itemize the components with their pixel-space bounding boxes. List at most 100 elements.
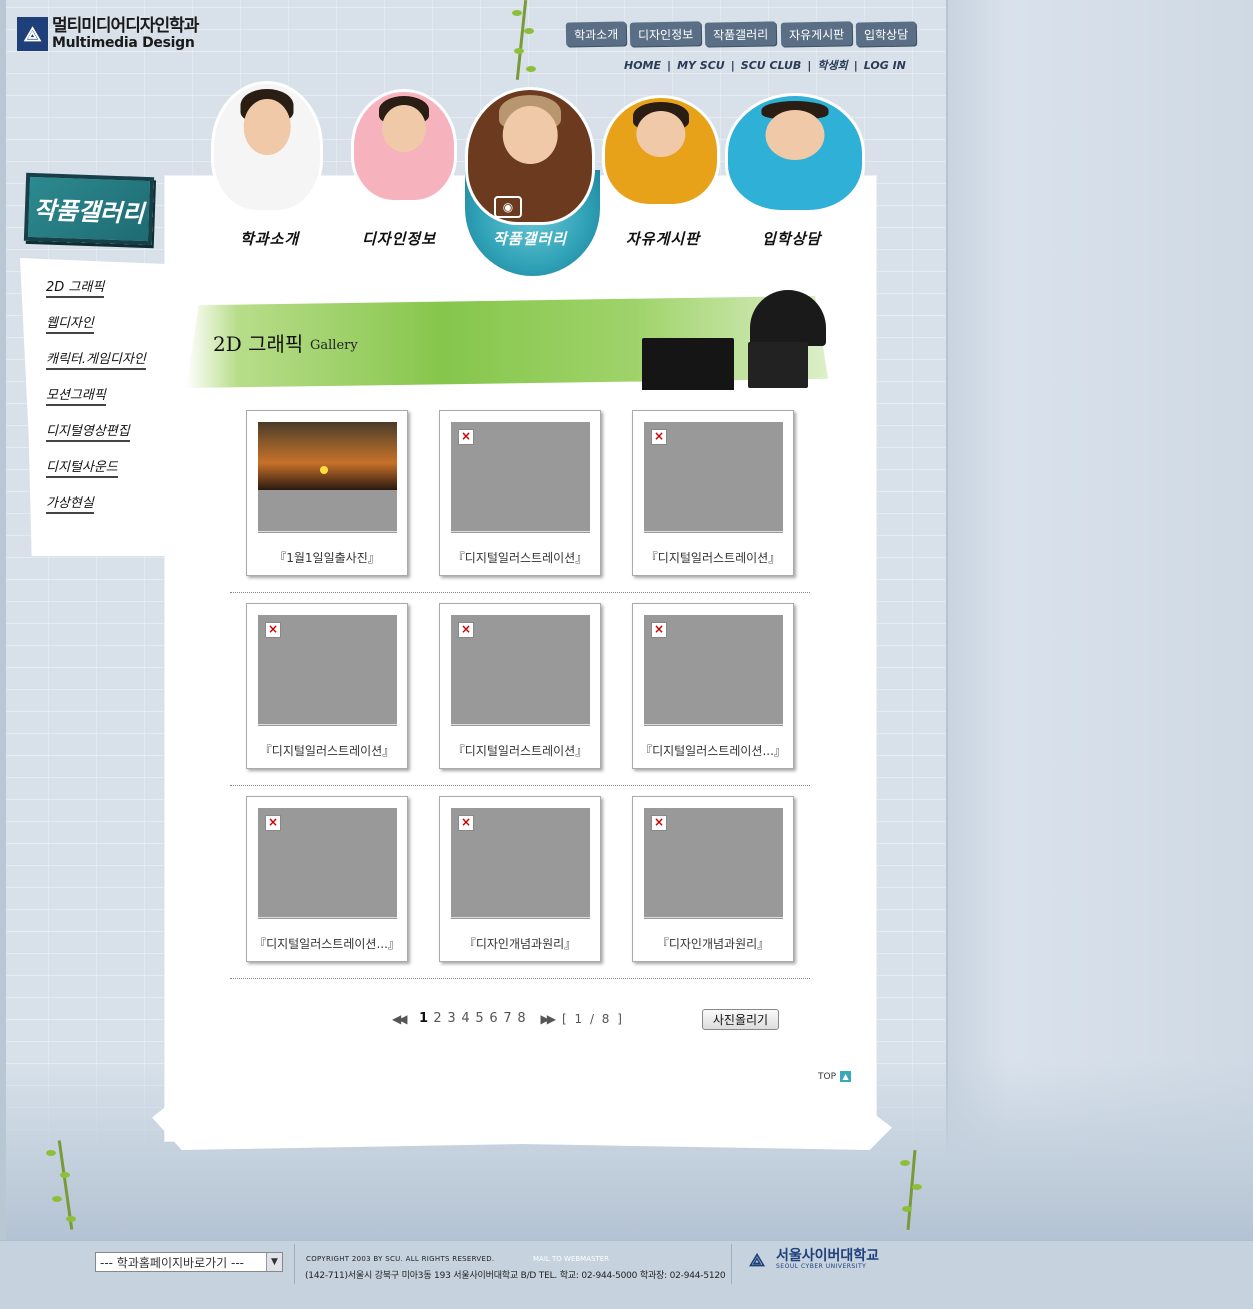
gallery-card[interactable]: 『디지털일러스트레이션』 (439, 410, 601, 576)
leaf-decoration (60, 1172, 70, 1178)
section-nav-label[interactable]: 디자인정보 (362, 228, 436, 249)
gallery-card[interactable]: 『디지털일러스트레이션』 (246, 603, 408, 769)
department-logo[interactable]: ⟁ 멀티미디어디자인학과 Multimedia Design (17, 15, 199, 51)
gallery-card[interactable]: 『디자인개념과원리』 (439, 796, 601, 962)
leaf-decoration (66, 1216, 76, 1222)
upload-photo-button[interactable]: 사진올리기 (702, 1009, 779, 1030)
left-menu-item-character-game[interactable]: 캐릭터.게임디자인 (46, 348, 146, 384)
left-menu-title: 작품갤러리 (23, 172, 155, 246)
leaf-decoration (912, 1184, 922, 1190)
page-link[interactable]: 8 (516, 1011, 526, 1026)
gallery-card[interactable]: 『디지털일러스트레이션』 (439, 603, 601, 769)
student-portrait (214, 84, 320, 210)
top-nav-item-gallery[interactable]: 작품갤러리 (705, 21, 777, 47)
section-nav-label[interactable]: 작품갤러리 (493, 228, 567, 249)
section-nav-label[interactable]: 자유게시판 (626, 228, 700, 249)
page-link[interactable]: 6 (488, 1011, 498, 1026)
footer-address: (142-711)서울시 강북구 미아3동 193 서울사이버대학교 B/D T… (305, 1271, 726, 1281)
section-nav-gallery[interactable] (468, 90, 592, 222)
gallery-card[interactable]: 『디지털일러스트레이션...』 (632, 603, 794, 769)
utility-separator: | (807, 58, 812, 72)
leaf-decoration (52, 1196, 62, 1202)
utility-link-scu-club[interactable]: SCU CLUB (741, 59, 802, 72)
broken-image-icon (258, 808, 397, 919)
back-to-top-link[interactable]: TOP ▲ (818, 1071, 852, 1082)
section-nav-label[interactable]: 입학상담 (762, 228, 821, 249)
banner-chair-seat (748, 342, 808, 388)
section-nav-label[interactable]: 학과소개 (240, 228, 299, 249)
utility-link-login[interactable]: LOG IN (864, 59, 906, 72)
university-mark-icon: ⟁ (748, 1249, 766, 1271)
top-nav-item-free-board[interactable]: 자유게시판 (780, 21, 852, 47)
left-menu-item-web-design[interactable]: 웹디자인 (46, 312, 146, 348)
top-label: TOP (818, 1071, 837, 1082)
student-portrait (728, 96, 862, 210)
gallery-caption: 『디지털일러스트레이션』 (452, 744, 588, 758)
mail-to-webmaster-link[interactable]: MAIL TO WEBMASTER (533, 1255, 609, 1263)
section-nav-design-info[interactable] (354, 92, 454, 200)
page-link[interactable]: 4 (460, 1011, 470, 1026)
gallery-caption: 『1월1일일출사진』 (274, 551, 380, 565)
pagination: ◀◀ 1 2 3 4 5 6 7 8 ▶▶ (392, 1011, 556, 1026)
left-menu-item-virtual-reality[interactable]: 가상현실 (46, 492, 146, 528)
student-portrait (468, 90, 592, 222)
background-wall-right (946, 0, 1253, 1240)
section-nav-free-board[interactable] (605, 98, 717, 204)
utility-link-student-council[interactable]: 학생회 (817, 57, 847, 73)
utility-separator: | (730, 58, 735, 72)
arrow-up-icon: ▲ (840, 1071, 852, 1082)
top-nav-item-dept-intro[interactable]: 학과소개 (565, 21, 627, 47)
broken-image-icon (644, 422, 783, 533)
university-logo[interactable]: ⟁ 서울사이버대학교 SEOUL CYBER UNIVERSITY (744, 1248, 880, 1271)
broken-image-icon (451, 422, 590, 533)
top-nav-item-admission[interactable]: 입학상담 (855, 21, 917, 47)
site-select-value: --- 학과홈페이지바로가기 --- (100, 1255, 245, 1270)
broken-image-icon (258, 615, 397, 726)
page-link[interactable]: 7 (502, 1011, 512, 1026)
department-site-select[interactable]: --- 학과홈페이지바로가기 --- ▼ (95, 1252, 283, 1272)
page-link[interactable]: 5 (474, 1011, 484, 1026)
left-menu-list: 2D 그래픽 웹디자인 캐릭터.게임디자인 모션그래픽 디지털영상편집 디지털사… (46, 276, 146, 528)
section-nav-admission[interactable] (728, 96, 862, 210)
leaf-decoration (524, 28, 534, 34)
copyright-text: COPYRIGHT 2003 BY SCU. ALL RIGHTS RESERV… (306, 1255, 495, 1263)
left-menu-item-motion-graphic[interactable]: 모션그래픽 (46, 384, 146, 420)
gallery-card[interactable]: 『디지털일러스트레이션...』 (246, 796, 408, 962)
gallery-caption: 『디지털일러스트레이션』 (259, 744, 395, 758)
logo-korean: 멀티미디어디자인학과 (52, 15, 199, 36)
page-link-current[interactable]: 1 (418, 1011, 428, 1026)
page-indicator: [ 1 / 8 ] (562, 1012, 624, 1026)
leaf-decoration (902, 1206, 912, 1212)
page-link[interactable]: 2 (432, 1011, 442, 1026)
left-menu-item-video-editing[interactable]: 디지털영상편집 (46, 420, 146, 456)
leaf-decoration (900, 1160, 910, 1166)
chevron-down-icon[interactable]: ▼ (266, 1253, 282, 1271)
gallery-caption: 『디자인개념과원리』 (463, 937, 577, 951)
student-portrait (605, 98, 717, 204)
broken-image-icon (644, 808, 783, 919)
left-menu-item-2d-graphic[interactable]: 2D 그래픽 (46, 276, 146, 312)
footer-divider (731, 1244, 732, 1284)
first-page-icon[interactable]: ◀◀ (392, 1012, 408, 1026)
footer-divider (294, 1244, 295, 1284)
left-menu-item-digital-sound[interactable]: 디지털사운드 (46, 456, 146, 492)
utility-link-home[interactable]: HOME (624, 59, 661, 72)
gallery-caption: 『디지털일러스트레이션...』 (254, 937, 400, 951)
leaf-decoration (526, 66, 536, 72)
gallery-caption: 『디지털일러스트레이션』 (452, 551, 588, 565)
utility-separator: | (667, 58, 672, 72)
gallery-card[interactable]: 『디지털일러스트레이션』 (632, 410, 794, 576)
last-page-icon[interactable]: ▶▶ (540, 1012, 556, 1026)
gallery-card[interactable]: 『1월1일일출사진』 (246, 410, 408, 576)
gallery-caption: 『디지털일러스트레이션』 (645, 551, 781, 565)
page-title: 2D 그래픽 (213, 332, 304, 356)
logo-english: Multimedia Design (52, 34, 195, 51)
background-left-edge (0, 0, 6, 1240)
page-link[interactable]: 3 (446, 1011, 456, 1026)
utility-link-my-scu[interactable]: MY SCU (677, 59, 725, 72)
section-nav-dept-intro[interactable] (214, 84, 320, 210)
gallery-card[interactable]: 『디자인개념과원리』 (632, 796, 794, 962)
top-nav-item-design-info[interactable]: 디자인정보 (629, 21, 702, 47)
university-name-korean: 서울사이버대학교 (776, 1248, 880, 1264)
top-nav: 학과소개 디자인정보 작품갤러리 자유게시판 입학상담 (565, 21, 917, 47)
